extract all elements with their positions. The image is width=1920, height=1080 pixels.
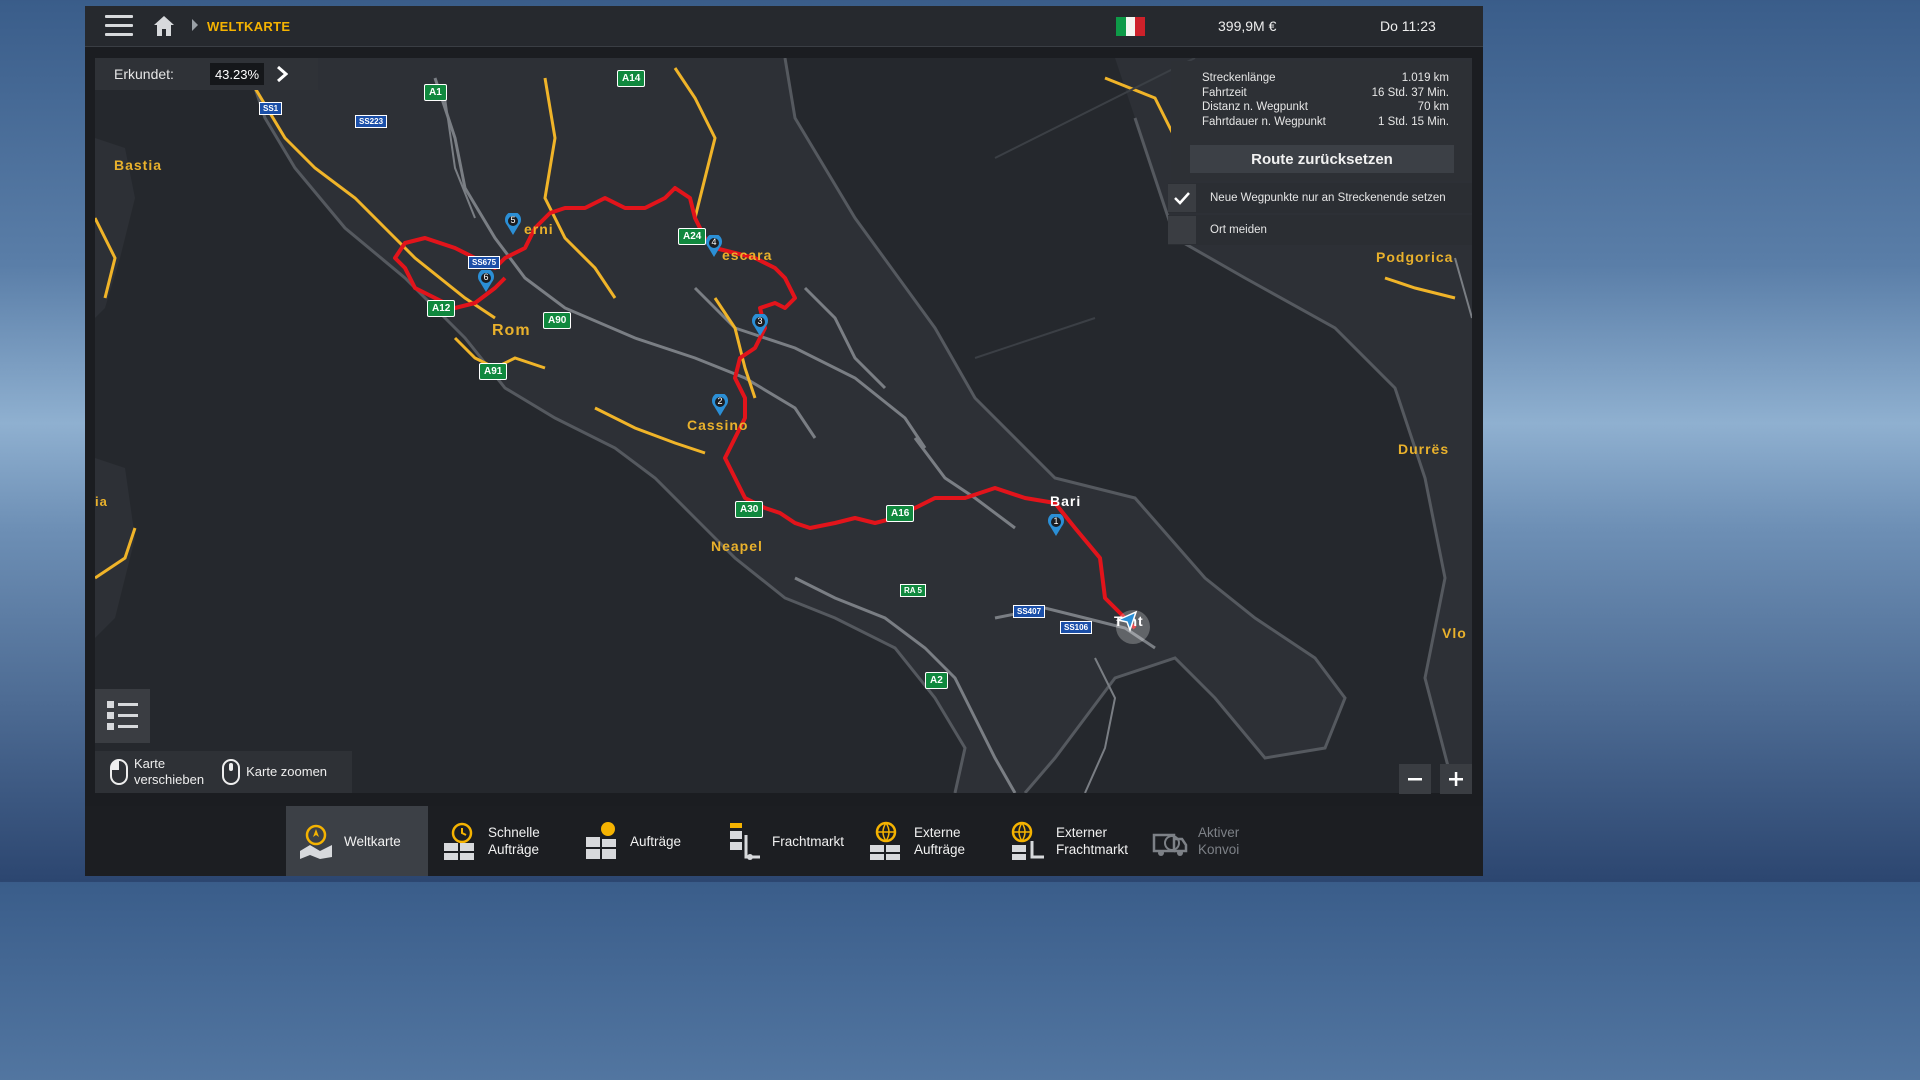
breadcrumb[interactable]: WELTKARTE — [207, 19, 290, 34]
mouse-wheel-icon — [222, 759, 241, 785]
road-badge: SS106 — [1060, 621, 1093, 634]
city-label: Podgorica — [1376, 249, 1454, 265]
city-label: ia — [95, 494, 108, 509]
waypoint-pin[interactable]: 2 — [712, 394, 728, 416]
route-row: Distanz n. Wegpunkt 70 km — [1202, 101, 1449, 113]
route-row: Fahrtdauer n. Wegpunkt 1 Std. 15 Min. — [1202, 116, 1449, 128]
mouse-left-icon — [110, 759, 128, 785]
road-badge: A24 — [678, 228, 707, 245]
avoid-city-checkbox[interactable] — [1168, 216, 1196, 244]
checkmark-icon — [1174, 192, 1190, 205]
road-badge: A30 — [735, 501, 764, 518]
tab-freight-market[interactable]: Frachtmarkt — [714, 806, 856, 876]
app-window: WELTKARTE 399,9M € Do 11:23 Bastia erni … — [85, 6, 1483, 876]
route-row: Streckenlänge 1.019 km — [1202, 72, 1449, 84]
freight-market-icon — [730, 823, 760, 860]
home-icon[interactable] — [151, 14, 177, 38]
zoom-map-hint: Karte zoomen — [222, 759, 327, 785]
waypoint-pin[interactable]: 5 — [505, 213, 521, 235]
game-clock: Do 11:23 — [1380, 18, 1436, 34]
road-badge: A90 — [543, 312, 572, 329]
city-label: Rom — [492, 322, 531, 339]
city-label: Bastia — [114, 157, 163, 173]
zoom-out-button[interactable] — [1399, 764, 1431, 794]
external-freight-icon — [1011, 821, 1044, 860]
road-badge: A1 — [424, 84, 447, 101]
route-row: Fahrtzeit 16 Std. 37 Min. — [1202, 87, 1449, 99]
quick-jobs-icon — [444, 822, 474, 860]
waypoint-pin[interactable]: 4 — [706, 235, 722, 257]
road-badge: A14 — [617, 70, 646, 87]
waypoint-pin[interactable]: 6 — [478, 270, 494, 292]
road-badge: SS1 — [259, 102, 283, 115]
zoom-in-button[interactable] — [1440, 764, 1472, 794]
road-badge: SS407 — [1013, 605, 1046, 618]
road-badge: A91 — [479, 363, 508, 380]
move-map-hint: Karte verschieben — [110, 756, 204, 788]
city-label: Neapel — [711, 538, 763, 554]
tab-jobs[interactable]: Aufträge — [572, 806, 714, 876]
road-badge: A12 — [427, 300, 456, 317]
hamburger-menu-icon[interactable] — [105, 15, 133, 37]
waypoint-end-checkbox[interactable] — [1168, 184, 1196, 212]
tab-external-jobs[interactable]: Externe Aufträge — [856, 806, 998, 876]
city-label: Durrës — [1398, 441, 1450, 457]
tab-external-freight-market[interactable]: Externer Frachtmarkt — [998, 806, 1140, 876]
explored-value: 43.23% — [210, 63, 264, 85]
explored-label: Erkundet: — [114, 66, 174, 82]
waypoint-pin[interactable]: 3 — [752, 314, 768, 336]
road-badge: A16 — [886, 505, 915, 522]
explored-indicator: Erkundet: 43.23% — [95, 58, 318, 90]
money-balance: 399,9M € — [1218, 18, 1277, 34]
plus-icon — [1449, 772, 1463, 786]
tab-active-convoy[interactable]: Aktiver Konvoi — [1140, 806, 1282, 876]
avoid-city-option[interactable]: Ort meiden — [1168, 215, 1472, 245]
reset-route-button[interactable]: Route zurücksetzen — [1190, 145, 1454, 173]
tab-world-map[interactable]: Weltkarte — [286, 806, 428, 876]
breadcrumb-arrow-icon — [192, 19, 198, 31]
bottom-nav: Weltkarte Schnelle Aufträge Aufträge Frac… — [85, 806, 1483, 876]
chevron-right-icon[interactable] — [264, 58, 300, 90]
road-badge: SS223 — [355, 115, 388, 128]
waypoint-end-label: Neue Wegpunkte nur an Streckenende setze… — [1210, 192, 1446, 204]
jobs-icon — [586, 822, 616, 859]
waypoint-pin[interactable]: 1 — [1048, 514, 1064, 536]
waypoint-end-option[interactable]: Neue Wegpunkte nur an Streckenende setze… — [1168, 183, 1472, 213]
city-label: erni — [524, 221, 554, 237]
external-jobs-icon — [870, 821, 900, 860]
controls-hint: Karte verschieben Karte zoomen — [95, 751, 352, 793]
road-badge: SS675 — [468, 256, 501, 269]
tab-quick-jobs[interactable]: Schnelle Aufträge — [430, 806, 572, 876]
legend-list-icon — [106, 701, 138, 730]
city-label: Vlo — [1442, 625, 1467, 641]
city-label: escara — [722, 247, 773, 263]
minus-icon — [1408, 778, 1422, 781]
italy-flag-icon — [1116, 17, 1146, 36]
road-badge: A2 — [925, 672, 948, 689]
convoy-icon — [1152, 833, 1188, 856]
map-legend-button[interactable] — [95, 689, 150, 743]
route-info-panel: Streckenlänge 1.019 km Fahrtzeit 16 Std. 3… — [1171, 61, 1472, 181]
player-truck-icon — [1116, 610, 1150, 644]
avoid-city-label: Ort meiden — [1210, 224, 1267, 236]
city-label: Bari — [1050, 493, 1082, 509]
road-badge: RA 5 — [900, 584, 926, 597]
top-bar: WELTKARTE 399,9M € Do 11:23 — [85, 6, 1483, 47]
city-label: Cassino — [687, 417, 749, 433]
world-map-icon — [300, 824, 332, 859]
